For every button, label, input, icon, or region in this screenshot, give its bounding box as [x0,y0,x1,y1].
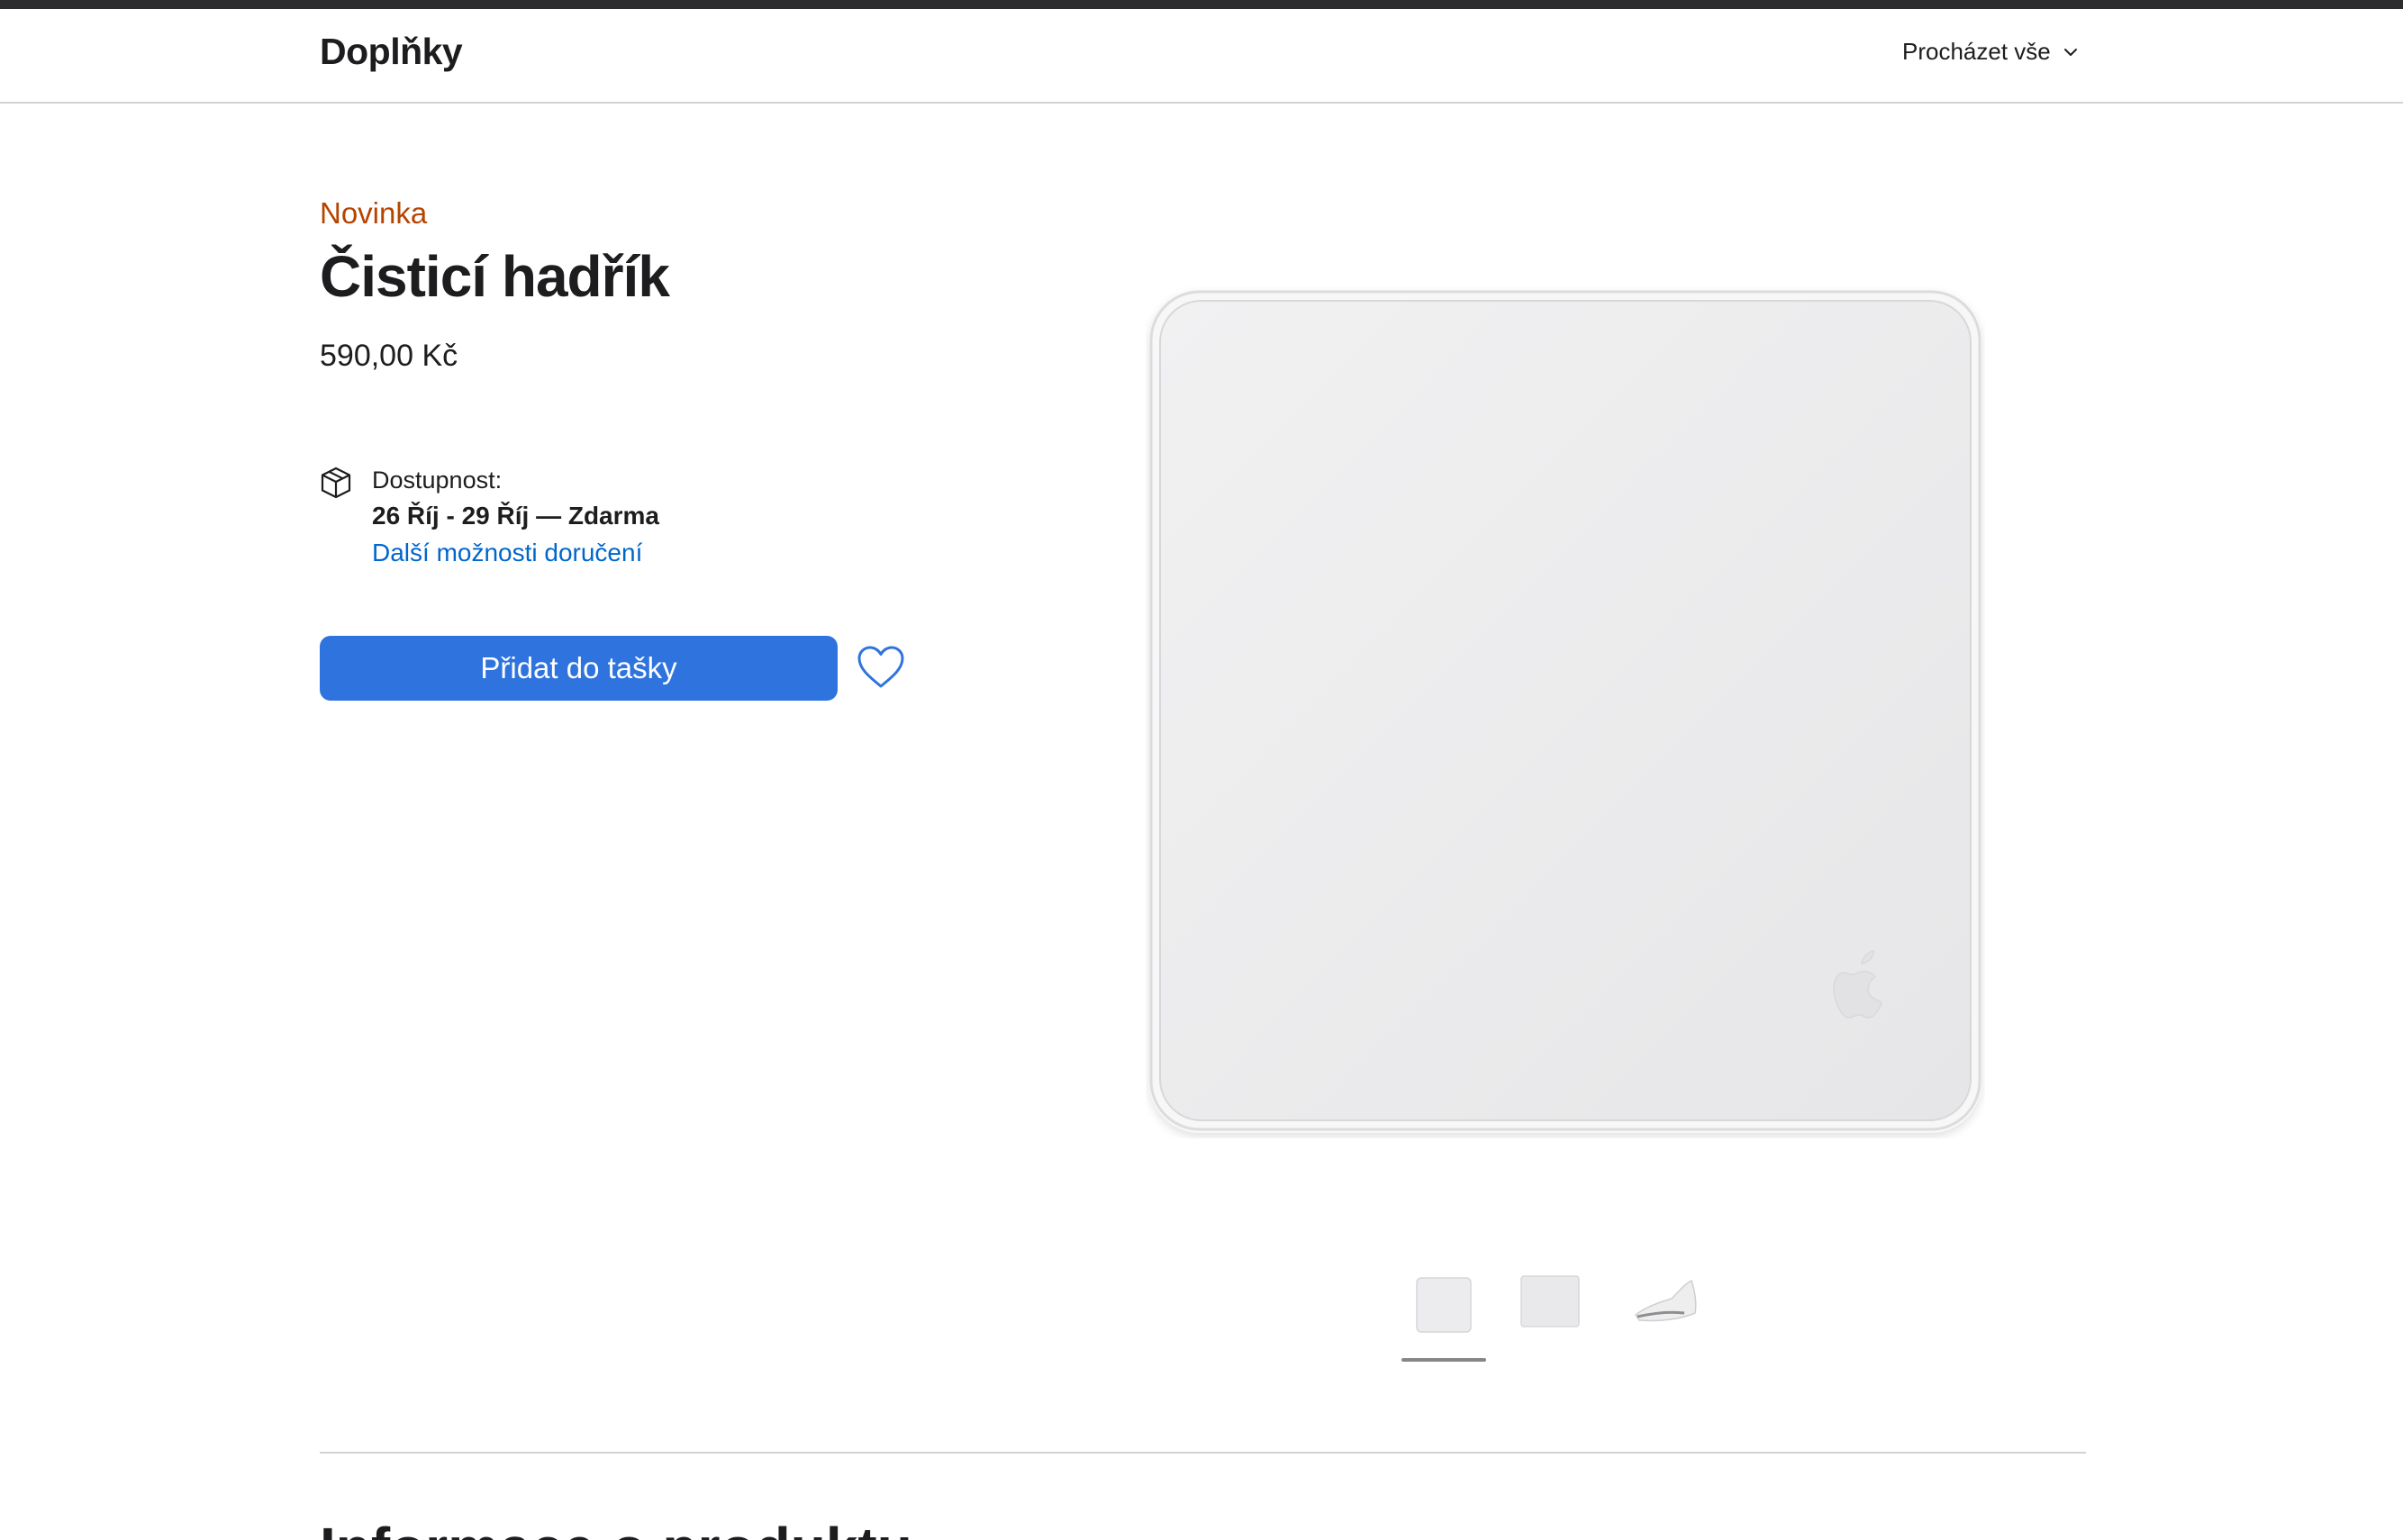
chevron-down-icon [2063,48,2077,56]
delivery-dates: 26 Říj - 29 Říj — Zdarma [372,502,659,530]
section-divider [320,1452,2086,1454]
product-title: Čisticí hadřík [320,244,670,309]
product-info-heading: Informace o produktu [320,1515,912,1540]
accessories-subnav: Doplňky Procházet vše [0,9,2403,104]
thumbnail-selected-indicator [1401,1358,1486,1362]
thumbnail-front[interactable] [1416,1277,1472,1333]
browse-all-menu[interactable]: Procházet vše [1902,38,2080,66]
thumbnail-folded[interactable] [1632,1277,1700,1327]
global-nav-bar [0,0,2403,9]
availability-label: Dostupnost: [372,467,503,494]
heart-outline-icon[interactable] [856,644,906,691]
add-to-bag-button[interactable]: Přidat do tašky [320,636,838,701]
browse-all-label: Procházet vše [1902,38,2051,65]
package-box-icon [321,467,351,499]
subnav-title[interactable]: Doplňky [320,31,463,73]
product-image [1149,290,1981,1133]
thumbnail-angle[interactable] [1520,1275,1580,1327]
new-badge: Novinka [320,196,428,230]
product-price: 590,00 Kč [320,339,458,373]
more-delivery-options-link[interactable]: Další možnosti doručení [372,539,642,567]
